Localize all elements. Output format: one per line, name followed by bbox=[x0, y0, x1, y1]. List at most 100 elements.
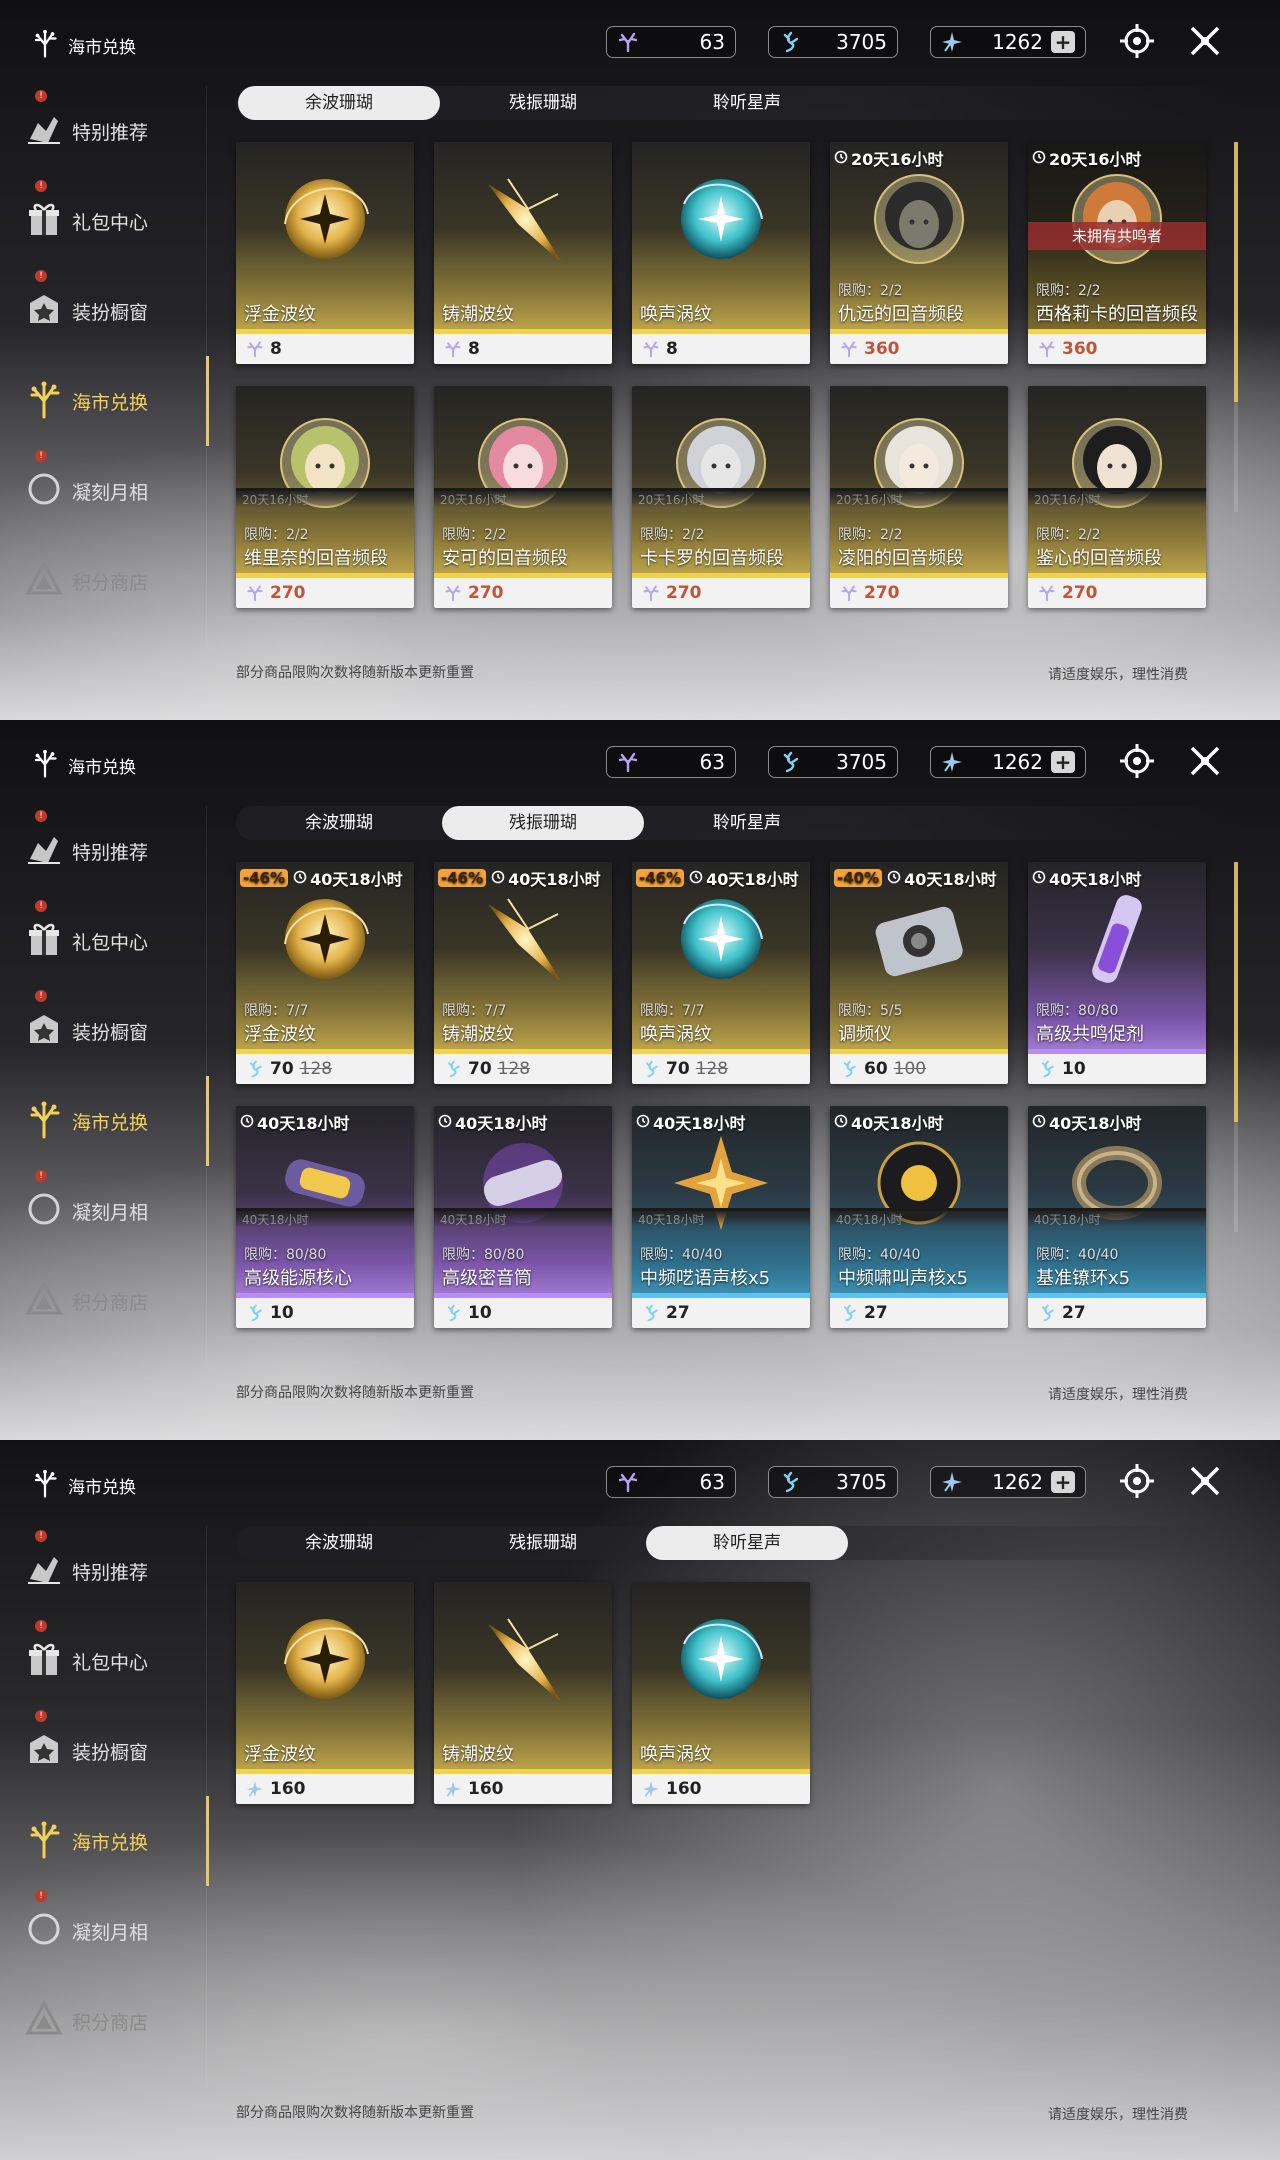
target-icon[interactable] bbox=[1118, 742, 1156, 780]
shop-item-card[interactable]: 铸潮波纹 160 bbox=[434, 1582, 612, 1804]
afterglow-coral-icon bbox=[617, 1471, 639, 1493]
shop-item-card[interactable]: 唤声涡纹 8 bbox=[632, 142, 810, 364]
currency-afterglow[interactable]: 63 bbox=[606, 1466, 736, 1498]
add-currency-button[interactable]: + bbox=[1051, 751, 1075, 773]
scrollbar-thumb[interactable] bbox=[1234, 142, 1238, 402]
sidebar-item-0[interactable]: ! 特别推荐 bbox=[24, 806, 214, 896]
shop-item-card[interactable]: -46% 40天18小时 限购：7/7 铸潮波纹 70 128 bbox=[434, 862, 612, 1084]
sidebar-item-5[interactable]: 积分商店 bbox=[24, 1256, 214, 1346]
shop-item-card[interactable]: 唤声涡纹 160 bbox=[632, 1582, 810, 1804]
partial-card-row[interactable]: 40天18小时 bbox=[1028, 1208, 1206, 1228]
card-timer: 40天18小时 bbox=[240, 1110, 350, 1134]
shop-item-card[interactable]: -40% 40天18小时 限购：5/5 调频仪 60 100 bbox=[830, 862, 1008, 1084]
sidebar-item-4[interactable]: ! 凝刻月相 bbox=[24, 1166, 214, 1256]
price-value: 10 bbox=[1062, 1059, 1086, 1079]
sidebar-item-2[interactable]: ! 装扮橱窗 bbox=[24, 1706, 214, 1796]
sidebar-item-label: 装扮橱窗 bbox=[72, 301, 149, 324]
shop-item-card[interactable]: 铸潮波纹 8 bbox=[434, 142, 612, 364]
sidebar-item-1[interactable]: ! 礼包中心 bbox=[24, 896, 214, 986]
currency-residual[interactable]: 3705 bbox=[768, 1466, 898, 1498]
sidebar-item-0[interactable]: ! 特别推荐 bbox=[24, 1526, 214, 1616]
partial-card-row[interactable]: 40天18小时 bbox=[236, 1208, 414, 1228]
golden-blade-icon bbox=[468, 1604, 578, 1714]
add-currency-button[interactable]: + bbox=[1051, 31, 1075, 53]
tab-0[interactable]: 余波珊瑚 bbox=[238, 86, 440, 120]
purchase-limit: 限购：7/7 bbox=[640, 1003, 705, 1019]
currency-afterglow[interactable]: 63 bbox=[606, 746, 736, 778]
tab-2[interactable]: 聆听星声 bbox=[646, 1526, 848, 1560]
tab-0[interactable]: 余波珊瑚 bbox=[238, 1526, 440, 1560]
afterglow-currency-icon bbox=[246, 340, 264, 358]
tab-2[interactable]: 聆听星声 bbox=[646, 806, 848, 840]
currency-residual[interactable]: 3705 bbox=[768, 26, 898, 58]
clock-icon bbox=[1032, 1113, 1046, 1132]
currency-afterglow[interactable]: 63 bbox=[606, 26, 736, 58]
tab-1[interactable]: 残振珊瑚 bbox=[442, 806, 644, 840]
sidebar-item-0[interactable]: ! 特别推荐 bbox=[24, 86, 214, 176]
price-row: 8 bbox=[236, 334, 414, 364]
sidebar-item-5[interactable]: 积分商店 bbox=[24, 536, 214, 626]
target-icon[interactable] bbox=[1118, 1462, 1156, 1500]
sidebar-item-4[interactable]: ! 凝刻月相 bbox=[24, 446, 214, 536]
tab-1[interactable]: 残振珊瑚 bbox=[442, 86, 644, 120]
partial-card-row[interactable]: 20天16小时 bbox=[830, 488, 1008, 508]
shop-item-card[interactable]: 浮金波纹 8 bbox=[236, 142, 414, 364]
sidebar-item-5[interactable]: 积分商店 bbox=[24, 1976, 214, 2066]
partial-card-row[interactable]: 40天18小时 bbox=[434, 1208, 612, 1228]
partial-card-row[interactable]: 20天16小时 bbox=[632, 488, 810, 508]
currency-star[interactable]: 1262 + bbox=[930, 746, 1086, 778]
shop-item-card[interactable]: 40天18小时 限购：80/80 高级共鸣促剂 10 bbox=[1028, 862, 1206, 1084]
price-row: 360 bbox=[1028, 334, 1206, 364]
sidebar-item-2[interactable]: ! 装扮橱窗 bbox=[24, 986, 214, 1076]
sidebar-item-3[interactable]: 海市兑换 bbox=[24, 1076, 214, 1166]
card-timer: -46% 40天18小时 bbox=[240, 866, 403, 890]
purchase-limit: 限购：2/2 bbox=[640, 527, 705, 543]
shop-item-card[interactable]: 未拥有共鸣者 20天16小时 限购：2/2 西格莉卡的回音频段 360 bbox=[1028, 142, 1206, 364]
sidebar-item-1[interactable]: ! 礼包中心 bbox=[24, 1616, 214, 1706]
close-icon[interactable] bbox=[1186, 1462, 1224, 1500]
partial-card-row[interactable]: 40天18小时 bbox=[830, 1208, 1008, 1228]
shop-item-card[interactable]: -46% 40天18小时 限购：7/7 浮金波纹 70 128 bbox=[236, 862, 414, 1084]
item-name: 基准镣环x5 bbox=[1036, 1268, 1131, 1289]
sidebar-item-3[interactable]: 海市兑换 bbox=[24, 1796, 214, 1886]
sidebar-item-4[interactable]: ! 凝刻月相 bbox=[24, 1886, 214, 1976]
scrollbar-track[interactable] bbox=[1234, 402, 1238, 512]
close-icon[interactable] bbox=[1186, 22, 1224, 60]
shop-item-card[interactable]: -46% 40天18小时 限购：7/7 唤声涡纹 70 128 bbox=[632, 862, 810, 1084]
target-icon[interactable] bbox=[1118, 22, 1156, 60]
clock-icon bbox=[438, 1113, 452, 1132]
currency-value: 3705 bbox=[836, 750, 887, 774]
tab-2[interactable]: 聆听星声 bbox=[646, 86, 848, 120]
scrollbar-thumb[interactable] bbox=[1234, 862, 1238, 1122]
notification-badge: ! bbox=[35, 1620, 47, 1632]
sidebar-item-1[interactable]: ! 礼包中心 bbox=[24, 176, 214, 266]
sidebar-item-3[interactable]: 海市兑换 bbox=[24, 356, 214, 446]
partial-card-row[interactable]: 40天18小时 bbox=[632, 1208, 810, 1228]
tab-0[interactable]: 余波珊瑚 bbox=[238, 806, 440, 840]
sidebar-item-2[interactable]: ! 装扮橱窗 bbox=[24, 266, 214, 356]
points-icon bbox=[24, 1279, 64, 1324]
item-name: 高级能源核心 bbox=[244, 1268, 352, 1289]
currency-value: 1262 bbox=[992, 1470, 1043, 1494]
close-icon[interactable] bbox=[1186, 742, 1224, 780]
add-currency-button[interactable]: + bbox=[1051, 1471, 1075, 1493]
price-value: 270 bbox=[270, 583, 306, 603]
partial-card-row[interactable]: 20天16小时 bbox=[434, 488, 612, 508]
shop-item-card[interactable]: 浮金波纹 160 bbox=[236, 1582, 414, 1804]
coral-icon bbox=[24, 1819, 64, 1864]
shop-item-card[interactable]: 20天16小时 限购：2/2 仇远的回音频段 360 bbox=[830, 142, 1008, 364]
tab-1[interactable]: 残振珊瑚 bbox=[442, 1526, 644, 1560]
currency-star[interactable]: 1262 + bbox=[930, 26, 1086, 58]
scrollbar-track[interactable] bbox=[1234, 1122, 1238, 1232]
clock-icon bbox=[491, 869, 505, 888]
stub-timer: 20天16小时 bbox=[836, 493, 903, 507]
gaming-advice: 请适度娱乐，理性消费 bbox=[1048, 667, 1188, 683]
currency-residual[interactable]: 3705 bbox=[768, 746, 898, 778]
partial-card-row[interactable]: 20天16小时 bbox=[236, 488, 414, 508]
timer-text: 40天18小时 bbox=[851, 1114, 944, 1133]
currency-star[interactable]: 1262 + bbox=[930, 1466, 1086, 1498]
shop-brand: 海市兑换 bbox=[30, 28, 136, 63]
partial-card-row[interactable]: 20天16小时 bbox=[1028, 488, 1206, 508]
clock-icon bbox=[1032, 869, 1046, 888]
star-currency-icon bbox=[642, 1780, 660, 1798]
